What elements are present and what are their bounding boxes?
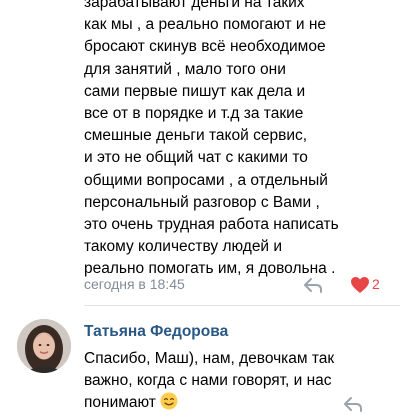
reply-arrow-icon[interactable] xyxy=(302,275,324,295)
comment-text-line: сами первые пишут как дела и xyxy=(84,82,306,100)
comment-text-line: персональный разговор с Вами , xyxy=(84,193,320,211)
reply-arrow-icon[interactable] xyxy=(342,394,364,414)
avatar[interactable] xyxy=(17,319,71,373)
comment-text-line: зарабатывают деньги на таких xyxy=(84,0,305,11)
comment-text-line: общими вопросами , а отдельный xyxy=(84,171,328,189)
heart-icon[interactable] xyxy=(350,276,370,294)
comment-text-line: это очень трудная работа написать xyxy=(84,216,339,234)
comment-timestamp: сегодня в 18:45 xyxy=(84,276,185,292)
comment: зарабатывают деньги на таких как мы , а … xyxy=(0,0,400,310)
like-count: 2 xyxy=(372,276,380,292)
comment-text-line: важно, когда с нами говорят, и нас xyxy=(84,372,332,390)
comment-text: зарабатывают деньги на таких как мы , а … xyxy=(84,0,394,281)
comment-text-line: Спасибо, Маш), нам, девочкам так xyxy=(84,350,335,367)
comment-text-line: и это не общий чат с какими то xyxy=(84,149,308,167)
comment-author[interactable]: Татьяна Федорова xyxy=(84,323,228,341)
comment-meta: сегодня в 18:45 2 xyxy=(84,274,394,296)
comment-text-line: бросают скинув всё необходимое xyxy=(84,38,326,56)
comment-text-line: такому количеству людей и xyxy=(84,238,283,256)
comment: Татьяна Федорова Спасибо, Маш), нам, дев… xyxy=(0,306,400,412)
comment-text-line: для занятий , мало того они xyxy=(84,60,286,78)
comment-text-fragment: понимают xyxy=(84,394,156,412)
smiling-face-icon xyxy=(160,392,178,410)
comment-text-line: как мы , а реально помогают и не xyxy=(84,16,326,34)
comment-text-line: все от в порядке и т.д за такие xyxy=(84,105,304,123)
comment-text-line: смешные деньги такой сервис, xyxy=(84,127,308,145)
